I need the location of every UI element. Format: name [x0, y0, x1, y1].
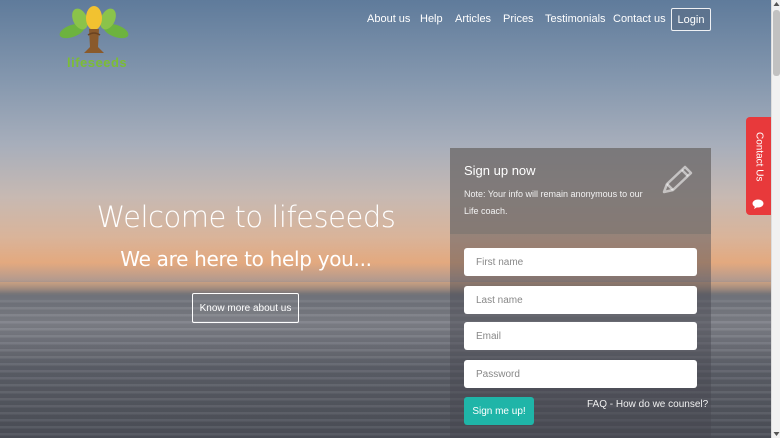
- pencil-icon: [662, 165, 693, 194]
- nav-testimonials[interactable]: Testimonials: [545, 13, 606, 25]
- signup-note: Note: Your info will remain anonymous to…: [464, 189, 643, 216]
- nav-contact-us[interactable]: Contact us: [613, 13, 666, 25]
- last-name-field[interactable]: [464, 286, 697, 314]
- faq-link[interactable]: FAQ - How do we counsel?: [587, 399, 708, 410]
- sign-me-up-button[interactable]: Sign me up!: [464, 397, 534, 425]
- chat-bubble-icon: [752, 199, 764, 209]
- hero-subtitle: We are here to help you...: [120, 247, 372, 271]
- contact-us-label: Contact Us: [753, 132, 765, 182]
- scroll-up-arrow-icon[interactable]: [773, 1, 780, 7]
- email-field[interactable]: [464, 322, 697, 350]
- nav-prices[interactable]: Prices: [503, 13, 534, 25]
- know-more-button[interactable]: Know more about us: [192, 293, 299, 323]
- signup-header: Sign up now Note: Your info will remain …: [450, 148, 711, 234]
- scroll-thumb[interactable]: [773, 10, 780, 76]
- scrollbar[interactable]: [771, 0, 780, 438]
- scroll-down-arrow-icon[interactable]: [773, 431, 780, 437]
- nav-articles[interactable]: Articles: [455, 13, 491, 25]
- nav-help[interactable]: Help: [420, 13, 443, 25]
- signup-panel: Sign up now Note: Your info will remain …: [450, 148, 711, 438]
- contact-us-tab[interactable]: Contact Us: [746, 117, 771, 215]
- password-field[interactable]: [464, 360, 697, 388]
- signup-title: Sign up now: [464, 163, 536, 178]
- nav-about-us[interactable]: About us: [367, 13, 410, 25]
- hero-title: Welcome to lifeseeds: [96, 200, 396, 234]
- login-button[interactable]: Login: [671, 8, 711, 31]
- brand-name[interactable]: lifeseeds: [67, 55, 127, 70]
- first-name-field[interactable]: [464, 248, 697, 276]
